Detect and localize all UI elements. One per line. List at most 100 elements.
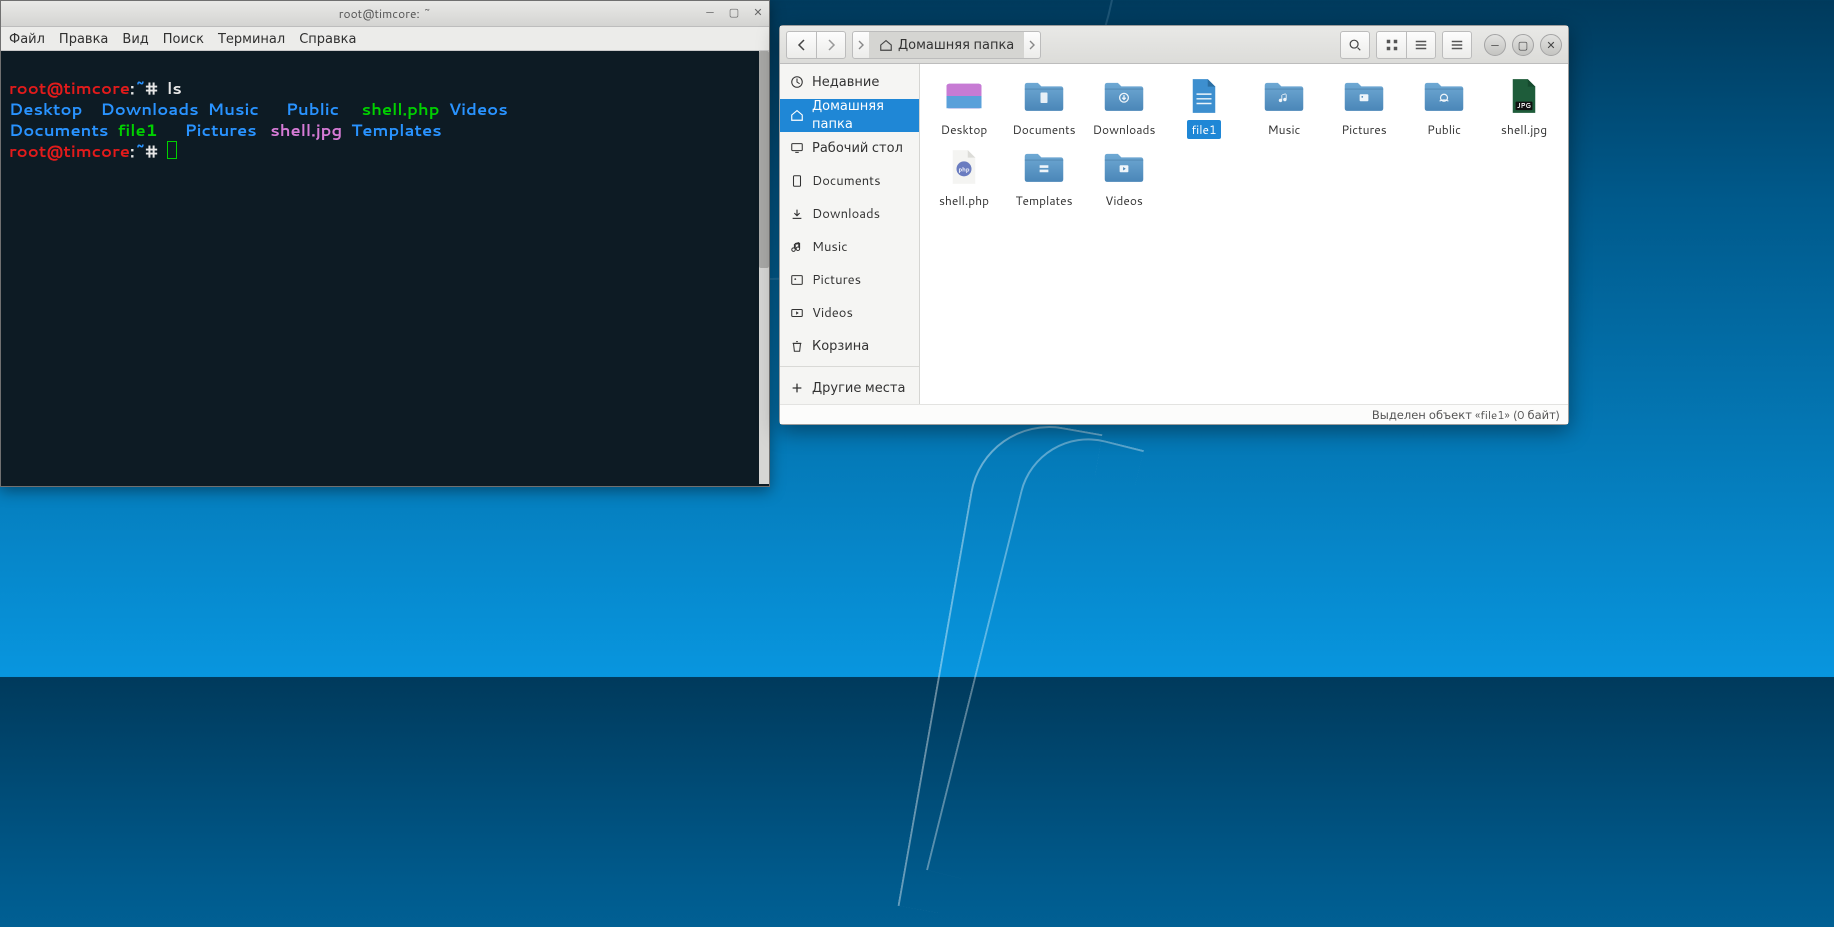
chevron-left-icon — [796, 39, 808, 51]
filemanager-window: Домашняя папка — ▢ ✕ Недавни — [779, 25, 1569, 425]
forward-button[interactable] — [816, 31, 846, 59]
nav-buttons — [786, 31, 846, 59]
menu-search[interactable]: Поиск — [163, 30, 204, 48]
sidebar-item-label: Корзина — [812, 337, 869, 355]
file-label: Desktop — [937, 120, 992, 139]
list-icon — [1414, 38, 1428, 52]
sidebar-item-doc[interactable]: Documents — [780, 165, 919, 198]
file-icon — [1182, 76, 1226, 116]
sidebar-item-down[interactable]: Downloads — [780, 198, 919, 231]
view-grid-button[interactable] — [1376, 31, 1406, 59]
sidebar-item-clock[interactable]: Недавние — [780, 66, 919, 99]
view-list-button[interactable] — [1406, 31, 1436, 59]
file-icon — [1102, 76, 1146, 116]
close-button[interactable]: ✕ — [1540, 34, 1562, 56]
sidebar-item-trash[interactable]: Корзина — [780, 329, 919, 362]
file-item[interactable]: Documents — [1004, 72, 1084, 143]
file-item[interactable]: Desktop — [924, 72, 1004, 143]
search-button[interactable] — [1340, 31, 1370, 59]
sidebar-item-plus[interactable]: Другие места — [780, 371, 919, 404]
file-label: shell.jpg — [1497, 120, 1551, 139]
file-icon — [1422, 76, 1466, 116]
file-item[interactable]: Public — [1404, 72, 1484, 143]
sidebar-item-label: Рабочий стол — [812, 139, 903, 157]
sidebar-item-label: Домашняя папка — [812, 97, 909, 133]
file-item[interactable]: Pictures — [1324, 72, 1404, 143]
file-label: Documents — [1008, 120, 1079, 139]
menu-file[interactable]: Файл — [9, 30, 45, 48]
file-item[interactable]: Music — [1244, 72, 1324, 143]
svg-text:JPG: JPG — [1517, 102, 1531, 111]
terminal-cursor — [167, 141, 177, 159]
prompt-userhost: root@timcore — [9, 77, 130, 100]
path-home[interactable]: Домашняя папка — [869, 32, 1024, 58]
cmd: ls — [167, 77, 182, 100]
terminal-title: root@timcore: ~ — [1, 5, 769, 22]
file-icon — [1262, 76, 1306, 116]
sidebar-item-music[interactable]: Music — [780, 231, 919, 264]
wallpaper-curve — [926, 424, 1144, 897]
file-icon — [942, 76, 986, 116]
file-icon: JPG — [1502, 76, 1546, 116]
file-icon — [1022, 76, 1066, 116]
file-item[interactable]: JPG shell.jpg — [1484, 72, 1564, 143]
file-item[interactable]: file1 — [1164, 72, 1244, 143]
file-item[interactable]: Downloads — [1084, 72, 1164, 143]
file-label: Templates — [1011, 191, 1076, 210]
terminal-scrollbar[interactable] — [759, 51, 769, 484]
sidebar-item-label: Pictures — [812, 271, 861, 289]
terminal-scrollbar-thumb[interactable] — [759, 51, 769, 268]
sidebar-item-label: Другие места — [812, 379, 905, 397]
pic-icon — [790, 273, 804, 287]
terminal-menubar: Файл Правка Вид Поиск Терминал Справка — [1, 27, 769, 51]
file-icon — [1102, 147, 1146, 187]
home-icon — [790, 108, 804, 122]
sidebar-item-label: Videos — [812, 304, 853, 322]
terminal-body[interactable]: root@timcore:~# ls Desktop Downloads Mus… — [1, 51, 769, 189]
close-button[interactable]: ✕ — [751, 5, 765, 19]
fm-statusbar: Выделен объект «file1» (0 байт) — [780, 404, 1568, 424]
sidebar-item-label: Music — [812, 238, 848, 256]
file-icon — [1342, 76, 1386, 116]
wallpaper-curve — [897, 413, 1102, 926]
menu-help[interactable]: Справка — [299, 30, 356, 48]
back-button[interactable] — [786, 31, 816, 59]
search-icon — [1348, 38, 1362, 52]
terminal-window: root@timcore: ~ — ▢ ✕ Файл Правка Вид По… — [0, 0, 770, 487]
maximize-button[interactable]: ▢ — [727, 5, 741, 19]
sidebar-item-pic[interactable]: Pictures — [780, 263, 919, 296]
menu-terminal[interactable]: Терминал — [218, 30, 285, 48]
minimize-button[interactable]: — — [703, 5, 717, 19]
maximize-button[interactable]: ▢ — [1512, 34, 1534, 56]
view-buttons — [1376, 31, 1436, 59]
plus-icon — [790, 381, 804, 395]
minimize-button[interactable]: — — [1484, 34, 1506, 56]
file-item[interactable]: php shell.php — [924, 143, 1004, 214]
menu-view[interactable]: Вид — [122, 30, 148, 48]
sidebar-item-home[interactable]: Домашняя папка — [780, 99, 919, 132]
fm-content[interactable]: Desktop Documents Downloads file1 MusicPictu… — [920, 64, 1568, 404]
down-icon — [790, 207, 804, 221]
file-icon: php — [942, 147, 986, 187]
file-icon — [1022, 147, 1066, 187]
trash-icon — [790, 339, 804, 353]
status-text: Выделен объект «file1» (0 байт) — [1372, 406, 1560, 423]
terminal-titlebar[interactable]: root@timcore: ~ — ▢ ✕ — [1, 1, 769, 27]
grid-icon — [1385, 38, 1399, 52]
file-item[interactable]: Videos — [1084, 143, 1164, 214]
file-label: Public — [1423, 120, 1465, 139]
fm-header[interactable]: Домашняя папка — ▢ ✕ — [780, 26, 1568, 64]
video-icon — [790, 306, 804, 320]
file-label: file1 — [1187, 120, 1220, 139]
file-label: Videos — [1101, 191, 1147, 210]
file-label: shell.php — [935, 191, 993, 210]
menu-button[interactable] — [1442, 31, 1472, 59]
file-item[interactable]: Templates — [1004, 143, 1084, 214]
sidebar-item-video[interactable]: Videos — [780, 296, 919, 329]
pathbar: Домашняя папка — [852, 31, 1041, 59]
fm-sidebar: НедавниеДомашняя папка Рабочий стол Docume… — [780, 64, 920, 404]
home-icon — [879, 38, 893, 52]
clock-icon — [790, 75, 804, 89]
sidebar-item-desktop[interactable]: Рабочий стол — [780, 132, 919, 165]
menu-edit[interactable]: Правка — [59, 30, 108, 48]
